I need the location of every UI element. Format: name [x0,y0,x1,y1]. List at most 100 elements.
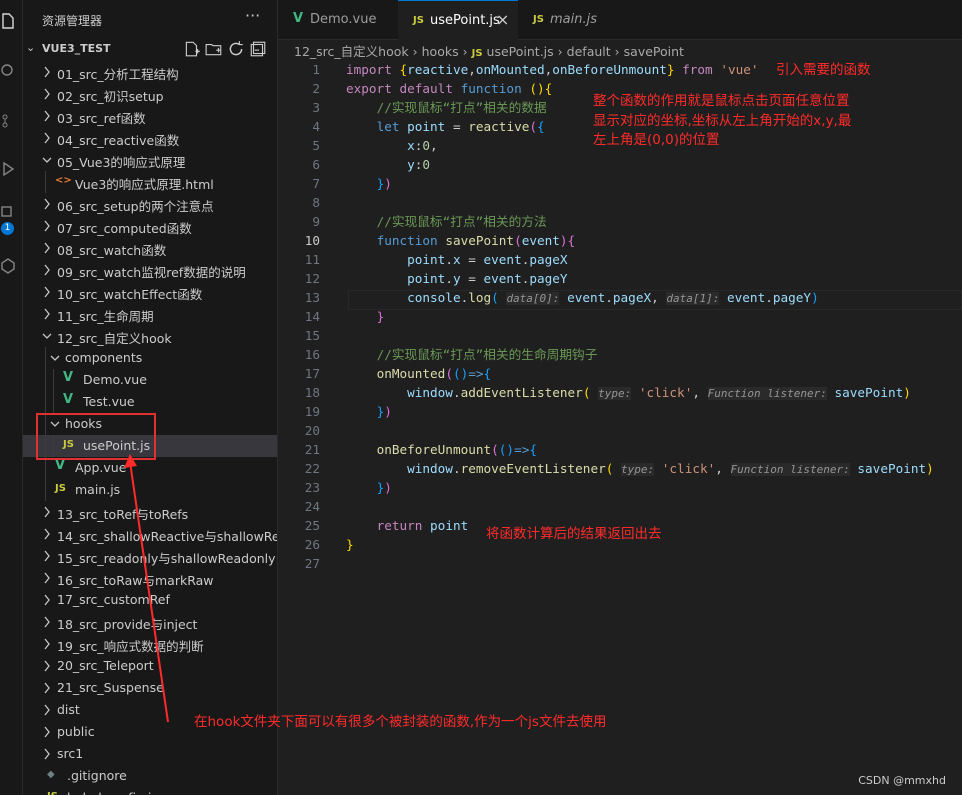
tree-file[interactable]: ◆ .gitignore [23,765,277,787]
new-folder-icon[interactable] [205,40,223,58]
code-line[interactable]: import {reactive,onMounted,onBeforeUnmou… [346,60,759,79]
code-line[interactable]: onBeforeUnmount(()=>{ [346,440,537,459]
vue-file-icon: V [63,392,74,407]
code-token: () [529,81,545,96]
tree-file[interactable]: V Demo.vue [23,369,277,391]
tree-folder[interactable]: 11_src_生命周期 [23,303,277,325]
explorer-icon[interactable] [0,13,16,29]
tree-folder[interactable]: 02_src_初识setup [23,83,277,105]
chevron-right-icon [44,572,50,584]
code-line[interactable]: //实现鼠标“打点”相关的数据 [346,98,547,117]
code-line[interactable]: x:0, [346,136,438,155]
chevron-right-icon [44,286,50,298]
tree-folder[interactable]: 08_src_watch函数 [23,237,277,259]
inlay-hint: data[1]: [666,292,720,305]
code-token: console [407,290,461,305]
code-token: , [692,385,708,400]
refresh-icon[interactable] [227,40,245,58]
tab-label: Demo.vue [310,12,377,27]
tree-item-label: .gitignore [67,768,127,783]
code-token: window [407,385,453,400]
code-line[interactable]: onMounted(()=>{ [346,364,492,383]
tree-item-label: App.vue [75,460,127,475]
tree-folder[interactable]: 05_Vue3的响应式原理 [23,149,277,171]
code-token: point [407,252,446,267]
code-line[interactable]: point.x = event.pageX [346,250,567,269]
code-line[interactable]: window.removeEventListener( type: 'click… [346,459,934,478]
line-number: 3 [312,100,320,115]
code-line[interactable]: }) [346,174,392,193]
new-file-icon[interactable] [183,40,201,58]
tree-item-label: 11_src_生命周期 [57,309,154,324]
code-line[interactable]: console.log( data[0]: event.pageX, data[… [346,288,819,307]
close-icon[interactable]: × [496,10,509,29]
code-line[interactable]: return point [346,516,469,535]
tab-usepoint-js[interactable]: JS usePoint.js × [398,0,518,40]
code-token: , [430,138,438,153]
tree-item-label: 04_src_reactive函数 [57,133,180,148]
tree-folder[interactable]: 09_src_watch监视ref数据的说明 [23,259,277,281]
code-token: onMounted [376,366,446,381]
breadcrumb-item[interactable]: 12_src_自定义hook [294,44,409,59]
code-line[interactable]: y:0 [346,155,430,174]
extensions-icon[interactable] [0,205,16,221]
chevron-right-icon [44,660,50,672]
more-actions-icon[interactable]: ··· [245,6,260,25]
chevron-right-icon [44,748,50,760]
code-token: , [468,62,476,77]
code-line[interactable]: export default function (){ [346,79,552,98]
tree-folder[interactable]: src1 [23,743,277,765]
tree-folder[interactable]: 03_src_ref函数 [23,105,277,127]
indent-guide [45,369,46,391]
indent-guide [45,457,46,479]
code-token: pageY [529,271,568,286]
tree-folder[interactable]: 12_src_自定义hook [23,325,277,347]
breadcrumb-item[interactable]: default [567,44,611,59]
vue-file-icon: V [55,458,66,473]
chevron-right-icon [44,726,50,738]
code-line[interactable]: window.addEventListener( type: 'click', … [346,383,911,402]
search-icon[interactable] [0,63,16,79]
tree-file[interactable]: <> Vue3的响应式原理.html [23,171,277,193]
tab-main-js[interactable]: JS main.js [518,0,616,39]
tree-file[interactable]: JS babel.config.js [23,787,277,795]
code-line[interactable]: }) [346,478,392,497]
breadcrumb-item[interactable]: hooks [422,44,459,59]
breadcrumb-separator: › [412,44,418,59]
code-line[interactable]: //实现鼠标“打点”相关的方法 [346,212,547,231]
breadcrumb-item[interactable]: usePoint.js [487,44,554,59]
code-line[interactable]: //实现鼠标“打点”相关的生命周期钩子 [346,345,598,364]
tree-item-label: public [57,724,95,739]
tree-file[interactable]: V Test.vue [23,391,277,413]
line-number: 17 [304,366,320,381]
code-token: } [376,309,385,324]
code-line[interactable]: function savePoint(event){ [346,231,576,250]
collapse-all-icon[interactable] [249,40,267,58]
source-control-icon[interactable] [0,113,16,129]
tab-demo-vue[interactable]: V Demo.vue [278,0,396,39]
chevron-right-icon [44,594,50,606]
run-debug-icon[interactable] [0,161,16,177]
code-line[interactable]: } [346,307,385,326]
chevron-right-icon [44,616,50,628]
code-line[interactable]: }) [346,402,392,421]
tree-folder[interactable]: 07_src_computed函数 [23,215,277,237]
breadcrumb-item[interactable]: savePoint [624,44,684,59]
tree-item-label: 07_src_computed函数 [57,221,192,236]
tree-folder[interactable]: components [23,347,277,369]
tab-label: main.js [550,12,597,27]
code-line[interactable]: } [346,535,354,554]
line-number: 11 [304,252,320,267]
code-line[interactable]: point.y = event.pageY [346,269,568,288]
code-line[interactable]: let point = reactive({ [346,117,545,136]
remote-icon[interactable] [0,258,16,274]
tree-folder[interactable]: 01_src_分析工程结构 [23,61,277,83]
code-token: x [452,252,461,267]
tree-folder[interactable]: 06_src_setup的两个注意点 [23,193,277,215]
tree-folder[interactable]: 10_src_watchEffect函数 [23,281,277,303]
tree-folder[interactable]: 04_src_reactive函数 [23,127,277,149]
